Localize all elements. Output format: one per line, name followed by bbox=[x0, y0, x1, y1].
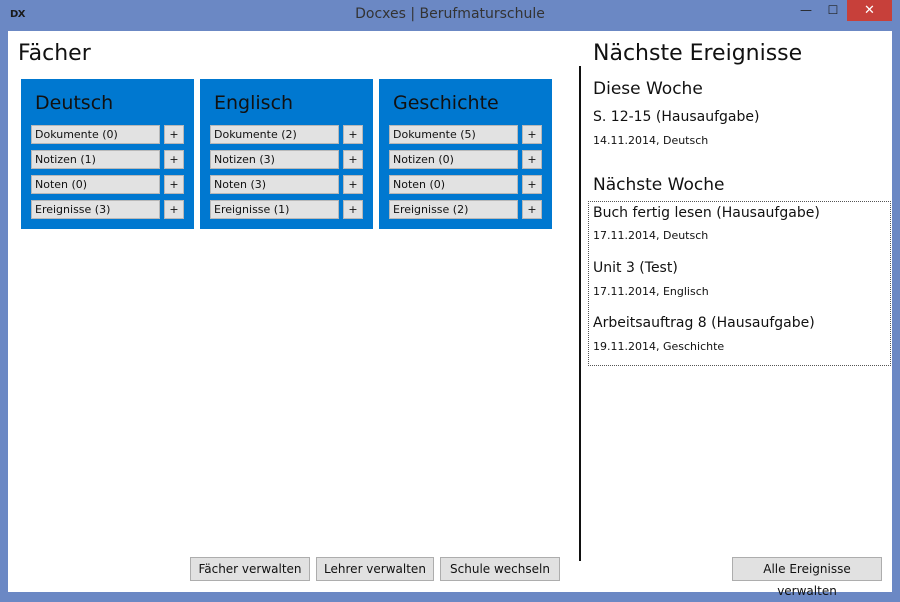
manage-subjects-button[interactable]: Fächer verwalten bbox=[190, 557, 310, 581]
notes-button[interactable]: Notizen (3) bbox=[210, 150, 339, 169]
grades-button[interactable]: Noten (3) bbox=[210, 175, 339, 194]
this-week-heading: Diese Woche bbox=[593, 79, 703, 99]
add-note-button[interactable]: + bbox=[522, 150, 542, 169]
add-grade-button[interactable]: + bbox=[343, 175, 363, 194]
subject-row-grades: Noten (0) + bbox=[389, 175, 543, 194]
subject-row-documents: Dokumente (0) + bbox=[31, 125, 185, 144]
event-title[interactable]: S. 12-15 (Hausaufgabe) bbox=[593, 109, 759, 125]
documents-button[interactable]: Dokumente (0) bbox=[31, 125, 160, 144]
subject-row-events: Ereignisse (1) + bbox=[210, 200, 364, 219]
events-heading: Nächste Ereignisse bbox=[593, 41, 803, 66]
notes-button[interactable]: Notizen (1) bbox=[31, 150, 160, 169]
window-title: Docxes | Berufmaturschule bbox=[355, 6, 545, 22]
subject-card-geschichte: Geschichte Dokumente (5) + Notizen (0) +… bbox=[379, 79, 552, 229]
event-meta: 19.11.2014, Geschichte bbox=[593, 340, 725, 353]
event-meta: 14.11.2014, Deutsch bbox=[593, 134, 709, 147]
notes-button[interactable]: Notizen (0) bbox=[389, 150, 518, 169]
add-grade-button[interactable]: + bbox=[164, 175, 184, 194]
subject-card-title: Englisch bbox=[214, 92, 294, 114]
add-document-button[interactable]: + bbox=[522, 125, 542, 144]
subject-row-documents: Dokumente (5) + bbox=[389, 125, 543, 144]
documents-button[interactable]: Dokumente (5) bbox=[389, 125, 518, 144]
add-event-button[interactable]: + bbox=[164, 200, 184, 219]
subject-row-documents: Dokumente (2) + bbox=[210, 125, 364, 144]
section-divider bbox=[579, 66, 581, 561]
subject-card-title: Geschichte bbox=[393, 92, 499, 114]
title-bar[interactable]: DX Docxes | Berufmaturschule — ☐ ✕ bbox=[0, 0, 900, 31]
minimize-button[interactable]: — bbox=[793, 0, 819, 21]
add-document-button[interactable]: + bbox=[164, 125, 184, 144]
manage-all-events-button[interactable]: Alle Ereignisse verwalten bbox=[732, 557, 882, 598]
documents-button[interactable]: Dokumente (2) bbox=[210, 125, 339, 144]
add-event-button[interactable]: + bbox=[522, 200, 542, 219]
event-title[interactable]: Buch fertig lesen (Hausaufgabe) bbox=[593, 205, 820, 221]
add-document-button[interactable]: + bbox=[343, 125, 363, 144]
subject-card-title: Deutsch bbox=[35, 92, 114, 114]
subject-row-grades: Noten (3) + bbox=[210, 175, 364, 194]
subject-row-notes: Notizen (1) + bbox=[31, 150, 185, 169]
subject-card-englisch: Englisch Dokumente (2) + Notizen (3) + N… bbox=[200, 79, 373, 229]
close-button[interactable]: ✕ bbox=[847, 0, 892, 21]
main-content: Fächer Deutsch Dokumente (0) + Notizen (… bbox=[8, 31, 892, 598]
close-icon: ✕ bbox=[864, 3, 875, 18]
grades-button[interactable]: Noten (0) bbox=[389, 175, 518, 194]
subject-card-deutsch: Deutsch Dokumente (0) + Notizen (1) + No… bbox=[21, 79, 194, 229]
maximize-button[interactable]: ☐ bbox=[820, 0, 846, 21]
event-title[interactable]: Unit 3 (Test) bbox=[593, 260, 678, 276]
add-grade-button[interactable]: + bbox=[522, 175, 542, 194]
events-button[interactable]: Ereignisse (1) bbox=[210, 200, 339, 219]
subject-row-notes: Notizen (0) + bbox=[389, 150, 543, 169]
minimize-icon: — bbox=[800, 3, 812, 17]
subject-row-events: Ereignisse (2) + bbox=[389, 200, 543, 219]
grades-button[interactable]: Noten (0) bbox=[31, 175, 160, 194]
event-meta: 17.11.2014, Englisch bbox=[593, 285, 709, 298]
events-button[interactable]: Ereignisse (2) bbox=[389, 200, 518, 219]
event-meta: 17.11.2014, Deutsch bbox=[593, 229, 709, 242]
change-school-button[interactable]: Schule wechseln bbox=[440, 557, 560, 581]
add-event-button[interactable]: + bbox=[343, 200, 363, 219]
event-title[interactable]: Arbeitsauftrag 8 (Hausaufgabe) bbox=[593, 315, 815, 331]
subject-row-notes: Notizen (3) + bbox=[210, 150, 364, 169]
add-note-button[interactable]: + bbox=[343, 150, 363, 169]
maximize-icon: ☐ bbox=[827, 3, 839, 17]
app-window: DX Docxes | Berufmaturschule — ☐ ✕ Fäche… bbox=[0, 0, 900, 600]
subject-row-events: Ereignisse (3) + bbox=[31, 200, 185, 219]
events-button[interactable]: Ereignisse (3) bbox=[31, 200, 160, 219]
subject-row-grades: Noten (0) + bbox=[31, 175, 185, 194]
subjects-heading: Fächer bbox=[18, 41, 91, 66]
manage-teachers-button[interactable]: Lehrer verwalten bbox=[316, 557, 434, 581]
add-note-button[interactable]: + bbox=[164, 150, 184, 169]
next-week-heading: Nächste Woche bbox=[593, 175, 725, 195]
